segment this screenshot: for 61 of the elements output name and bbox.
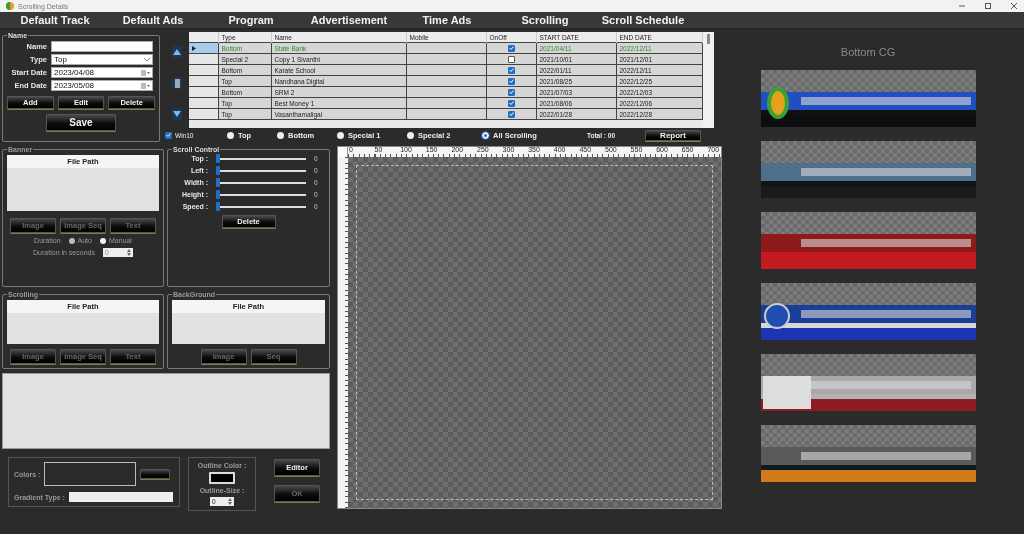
- checkbox[interactable]: [507, 55, 515, 63]
- document-button[interactable]: [172, 77, 182, 89]
- menu-tab[interactable]: Default Track: [6, 12, 104, 28]
- lower-third-preview-drawing[interactable]: [760, 354, 976, 411]
- input-field[interactable]: [51, 41, 153, 52]
- checkbox[interactable]: [507, 110, 515, 118]
- slider-track[interactable]: [216, 169, 306, 172]
- radio-button[interactable]: [337, 131, 344, 139]
- spinner-arrows-icon[interactable]: [228, 498, 232, 505]
- slider-thumb[interactable]: [216, 177, 220, 187]
- menu-tab[interactable]: Time Ads: [398, 12, 496, 28]
- slider-thumb[interactable]: [216, 189, 220, 199]
- slider-track[interactable]: [216, 181, 306, 184]
- save-button[interactable]: Save: [46, 114, 116, 131]
- up-triangle-icon: [173, 49, 181, 55]
- menu-tab[interactable]: Advertisement: [300, 12, 398, 28]
- radio-button[interactable]: [227, 131, 234, 139]
- menu-tab[interactable]: Scrolling: [496, 12, 594, 28]
- checkbox[interactable]: [165, 131, 172, 139]
- radio-button[interactable]: [277, 131, 284, 139]
- calendar-icon: [141, 69, 150, 76]
- radio-button[interactable]: [407, 131, 414, 139]
- radio-button[interactable]: [482, 131, 489, 139]
- menu-tab[interactable]: Program: [202, 12, 300, 28]
- dropdown-caret-icon: [144, 57, 150, 62]
- date-field[interactable]: 2023/05/08: [51, 80, 153, 91]
- panel-title: Bottom CG: [840, 46, 896, 58]
- radio-button[interactable]: [99, 237, 106, 244]
- move-down-button[interactable]: [172, 108, 182, 120]
- lower-third-preview-drawing[interactable]: [760, 70, 976, 127]
- menu-tab[interactable]: Scroll Schedule: [594, 12, 692, 28]
- color-swatch[interactable]: [209, 472, 235, 484]
- dropdown[interactable]: Top: [51, 54, 153, 65]
- slider-thumb[interactable]: [216, 201, 220, 211]
- close-icon[interactable]: [1010, 2, 1018, 10]
- slider-thumb[interactable]: [216, 165, 220, 175]
- move-up-button[interactable]: [172, 46, 182, 58]
- lower-third-preview-drawing[interactable]: [760, 141, 976, 198]
- maximize-icon[interactable]: [984, 2, 992, 10]
- slider-track[interactable]: [216, 205, 306, 208]
- radio-button[interactable]: [68, 237, 75, 244]
- checkbox[interactable]: [507, 77, 515, 85]
- calendar-icon: [141, 82, 150, 89]
- date-field[interactable]: 2023/04/08: [51, 67, 153, 78]
- menu-tab[interactable]: Default Ads: [104, 12, 202, 28]
- slider-track[interactable]: [216, 157, 306, 160]
- app-logo-icon: [6, 2, 14, 10]
- down-triangle-icon: [173, 111, 181, 117]
- checkbox[interactable]: [507, 88, 515, 96]
- row-pointer-icon: [192, 45, 196, 51]
- report-button[interactable]: Report: [645, 129, 701, 141]
- spinner-arrows-icon[interactable]: [126, 249, 131, 256]
- slider-thumb[interactable]: [216, 153, 220, 163]
- checkbox[interactable]: [507, 66, 515, 74]
- color-field[interactable]: [44, 462, 137, 486]
- checkbox[interactable]: [507, 44, 515, 52]
- lower-third-preview-drawing[interactable]: [760, 425, 976, 482]
- slider-track[interactable]: [216, 193, 306, 196]
- document-icon: [174, 78, 180, 88]
- lower-third-preview-drawing[interactable]: [760, 283, 976, 340]
- checkbox[interactable]: [507, 99, 515, 107]
